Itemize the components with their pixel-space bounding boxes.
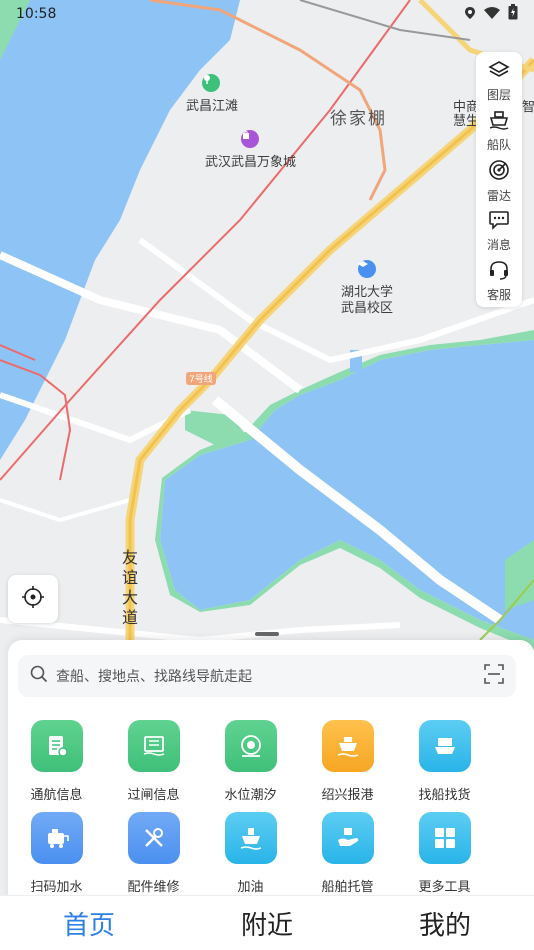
lock-gate-icon — [127, 720, 180, 772]
bottom-tab-bar: 首页 附近 我的 — [0, 895, 534, 950]
map-label-wuchang-jiangtan[interactable]: 武昌江滩 — [186, 95, 238, 114]
port-report-icon — [321, 720, 374, 772]
status-time: 10:58 — [16, 6, 57, 22]
tool-navigation-info[interactable]: 通航信息 — [8, 720, 105, 812]
tool-label: 加油 — [237, 880, 264, 895]
tool-label: 绍兴报港 — [321, 788, 374, 803]
find-ship-cargo-icon — [418, 720, 471, 772]
metro-line-badge: 7号线 — [186, 372, 216, 385]
crosshair-icon — [21, 585, 45, 613]
school-poi-icon[interactable] — [358, 260, 376, 278]
tab-mine[interactable]: 我的 — [356, 896, 534, 950]
map-side-toolbar: 图层 船队 雷达 消息 客服 — [476, 52, 522, 307]
toolbar-label: 船队 — [486, 137, 511, 152]
toolbar-label: 客服 — [486, 287, 511, 302]
toolbar-radar[interactable]: 雷达 — [476, 156, 522, 206]
tool-more[interactable]: 更多工具 — [396, 812, 493, 904]
tool-water-level[interactable]: 水位潮汐 — [202, 720, 299, 812]
layers-icon — [488, 60, 510, 84]
ship-custody-icon — [321, 812, 374, 864]
tool-label: 扫码加水 — [30, 880, 83, 895]
water-level-icon — [224, 720, 277, 772]
tool-lock-gate-info[interactable]: 过闸信息 — [105, 720, 202, 812]
toolbar-fleet[interactable]: 船队 — [476, 106, 522, 156]
status-bar: 10:58 — [0, 0, 534, 28]
radar-icon — [488, 159, 510, 185]
tool-find-ship-cargo[interactable]: 找船找货 — [396, 720, 493, 812]
tools-grid: 通航信息 过闸信息 水位潮汐 绍兴报港 找船找货 扫码加水 配件维修 加油 船舶… — [8, 720, 534, 904]
search-placeholder: 查船、搜地点、找路线导航走起 — [56, 669, 252, 685]
mall-poi-icon[interactable] — [241, 130, 259, 148]
more-tools-icon — [418, 812, 471, 864]
headset-icon — [488, 260, 510, 284]
wifi-icon — [484, 5, 500, 24]
tool-refuel[interactable]: 加油 — [202, 812, 299, 904]
panel-drag-handle[interactable] — [255, 632, 279, 636]
tool-scan-water[interactable]: 扫码加水 — [8, 812, 105, 904]
tool-ship-custody[interactable]: 船舶托管 — [299, 812, 396, 904]
battery-icon — [508, 4, 518, 24]
refuel-ship-icon — [224, 812, 277, 864]
tab-nearby[interactable]: 附近 — [178, 896, 356, 950]
map-label-hubei-univ-2[interactable]: 武昌校区 — [341, 297, 393, 316]
toolbar-customer-service[interactable]: 客服 — [476, 256, 522, 306]
toolbar-label: 雷达 — [486, 188, 511, 203]
bottom-panel: 查船、搜地点、找路线导航走起 通航信息 过闸信息 水位潮汐 绍兴报港 找船找货 … — [8, 632, 534, 910]
toolbar-label: 消息 — [486, 237, 511, 252]
tool-repair[interactable]: 配件维修 — [105, 812, 202, 904]
message-icon — [488, 210, 510, 234]
park-poi-icon[interactable] — [202, 74, 220, 92]
map-label-zhi: 智 — [522, 100, 534, 115]
repair-tools-icon — [127, 812, 180, 864]
tool-label: 通航信息 — [30, 788, 83, 803]
tool-label: 找船找货 — [418, 788, 471, 803]
toolbar-layers[interactable]: 图层 — [476, 56, 522, 106]
tool-label: 水位潮汐 — [224, 788, 277, 803]
search-icon — [30, 665, 48, 687]
location-status-icon — [464, 5, 476, 24]
tools-row: 通航信息 过闸信息 水位潮汐 绍兴报港 找船找货 — [8, 720, 534, 812]
map-label-xujiapeng: 徐家棚 — [330, 109, 387, 129]
status-icons — [464, 4, 518, 24]
scan-icon[interactable] — [484, 664, 504, 688]
navigation-info-icon — [30, 720, 83, 772]
tool-label: 过闸信息 — [127, 788, 180, 803]
tool-label: 配件维修 — [127, 880, 180, 895]
ship-fleet-icon — [488, 110, 510, 134]
search-bar[interactable]: 查船、搜地点、找路线导航走起 — [18, 655, 516, 697]
tools-row: 扫码加水 配件维修 加油 船舶托管 更多工具 — [8, 812, 534, 904]
toolbar-label: 图层 — [486, 87, 511, 102]
tab-home[interactable]: 首页 — [0, 896, 178, 950]
scan-water-icon — [30, 812, 83, 864]
tool-port-report[interactable]: 绍兴报港 — [299, 720, 396, 812]
toolbar-messages[interactable]: 消息 — [476, 206, 522, 256]
tool-label: 船舶托管 — [321, 880, 374, 895]
locate-button[interactable] — [8, 575, 58, 623]
map-label-wanxiangcheng[interactable]: 武汉武昌万象城 — [205, 151, 296, 170]
tool-label: 更多工具 — [418, 880, 471, 895]
map-label-road-youyi: 友谊大道 — [122, 548, 139, 627]
